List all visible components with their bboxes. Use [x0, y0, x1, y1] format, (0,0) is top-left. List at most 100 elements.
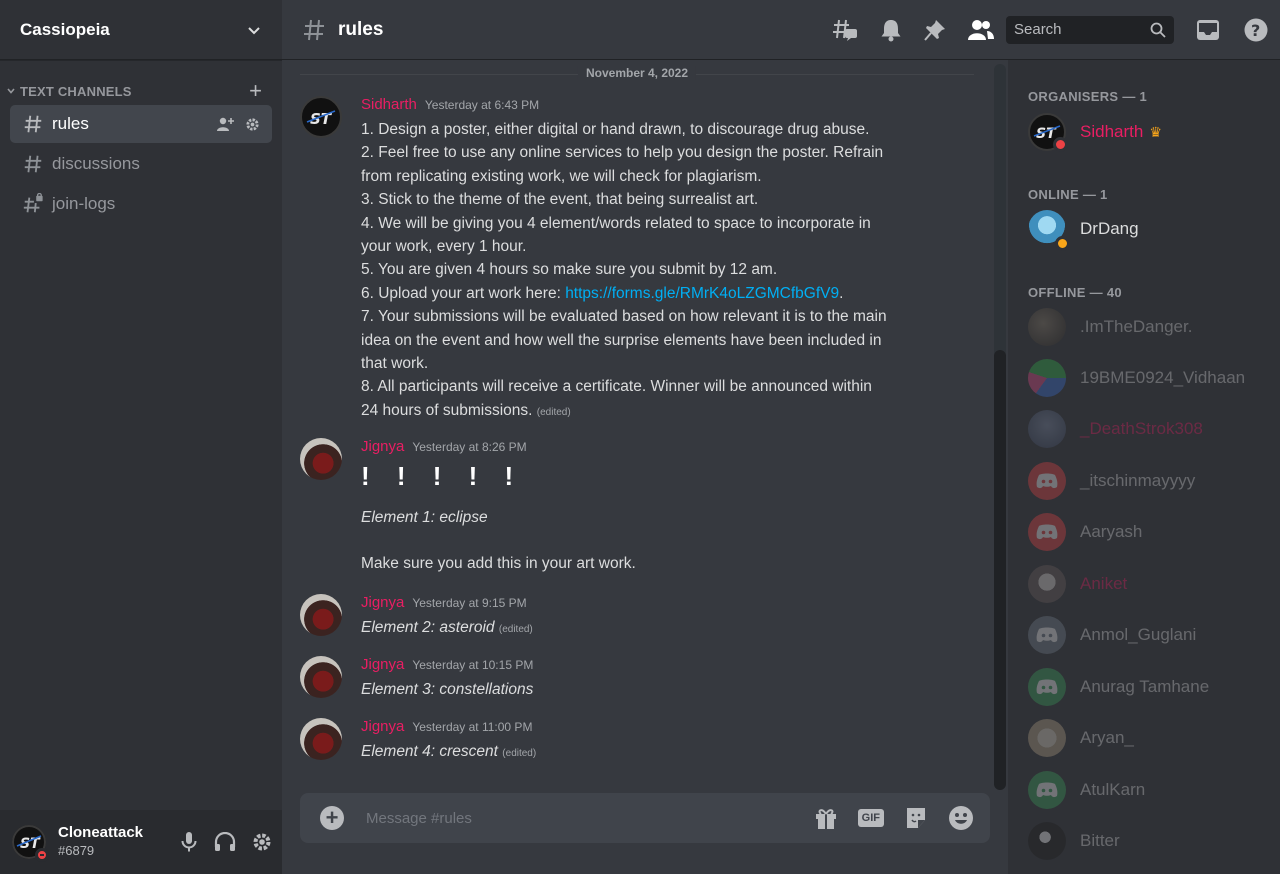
message-line: that work. — [361, 355, 429, 373]
message-line: 7. Your submissions will be evaluated ba… — [361, 308, 887, 326]
member-item[interactable]: Anmol_Guglani — [1028, 613, 1268, 657]
gear-icon[interactable] — [252, 832, 272, 852]
message[interactable]: ST Sidharth Yesterday at 6:43 PM 1. Desi… — [300, 96, 940, 424]
discord-logo-icon — [1028, 668, 1066, 706]
channel-sidebar: Cassiopeia TEXT CHANNELS + rules discuss… — [0, 0, 282, 874]
message-text: 24 hours of submissions. — [361, 401, 533, 419]
member-name: 19BME0924_Vidhaan — [1080, 368, 1246, 387]
member-name: DrDang — [1080, 219, 1139, 238]
member-name: Aaryash — [1080, 522, 1143, 541]
message-line: 2. Feel free to use any online services … — [361, 144, 884, 162]
pin-icon[interactable] — [924, 19, 946, 41]
member-item[interactable]: _itschinmayyyy — [1028, 459, 1268, 503]
category-text-channels[interactable]: TEXT CHANNELS + — [0, 80, 282, 102]
message-composer[interactable]: + Message #rules GIF — [300, 793, 990, 843]
gift-icon[interactable] — [814, 806, 838, 830]
search-placeholder: Search — [1014, 21, 1062, 38]
member-item[interactable]: 19BME0924_Vidhaan — [1028, 356, 1268, 400]
channel-join-logs[interactable]: join-logs — [10, 185, 272, 223]
message-author[interactable]: Sidharth — [361, 96, 417, 113]
sticker-icon[interactable] — [904, 806, 928, 830]
emoji-icon[interactable] — [948, 805, 974, 831]
message-author[interactable]: Jignya — [361, 594, 404, 611]
gif-button[interactable]: GIF — [857, 809, 884, 827]
member-name: Aniket — [1080, 574, 1128, 593]
member-item[interactable]: _DeathStrok308 — [1028, 407, 1268, 451]
message-timestamp: Yesterday at 8:26 PM — [412, 440, 527, 454]
member-item[interactable]: Bitter — [1028, 819, 1268, 863]
upload-plus-icon[interactable]: + — [320, 806, 344, 830]
st-logo-icon: ST — [306, 110, 336, 128]
member-item[interactable]: Aniket — [1028, 562, 1268, 606]
member-name: _DeathStrok308 — [1080, 419, 1203, 438]
message-author[interactable]: Jignya — [361, 656, 404, 673]
member-list-icon[interactable] — [968, 19, 994, 41]
headphones-icon[interactable] — [214, 832, 236, 852]
user-panel: ST Cloneattack #6879 — [0, 810, 282, 874]
member-item[interactable]: Aryan_ — [1028, 716, 1268, 760]
svg-text:?: ? — [1251, 21, 1260, 40]
avatar[interactable] — [300, 656, 342, 698]
member-item[interactable]: ST Sidharth ♛ — [1028, 110, 1268, 154]
message-text: Element 2: asteroid — [361, 619, 495, 636]
message-text: Element 4: crescent — [361, 743, 498, 760]
member-item[interactable]: AtulKarn — [1028, 768, 1268, 812]
edited-label: (edited) — [536, 406, 571, 418]
avatar: ST — [1028, 113, 1068, 152]
avatar[interactable]: ST — [300, 96, 342, 138]
message[interactable]: Jignya Yesterday at 10:15 PM Element 3: … — [300, 656, 940, 701]
hash-icon — [304, 19, 324, 40]
avatar[interactable] — [300, 438, 342, 480]
message-input[interactable]: Message #rules — [366, 810, 814, 827]
crown-icon: ♛ — [1149, 123, 1162, 140]
member-list: ORGANISERS — 1 ST Sidharth ♛ ONLINE — 1 … — [1008, 60, 1280, 874]
avatar[interactable]: ST — [12, 825, 49, 862]
server-name: Cassiopeia — [20, 19, 110, 39]
user-tag: #6879 — [58, 843, 95, 858]
locked-hash-icon — [23, 193, 43, 213]
channel-discussions[interactable]: discussions — [10, 145, 272, 183]
channel-rules[interactable]: rules — [10, 105, 272, 143]
chevron-down-icon — [248, 26, 260, 34]
hash-icon — [24, 115, 42, 133]
message-author[interactable]: Jignya — [361, 718, 404, 735]
bell-icon[interactable] — [880, 18, 902, 42]
member-item[interactable]: .ImTheDanger. — [1028, 305, 1268, 349]
help-icon[interactable]: ? — [1244, 18, 1268, 42]
channel-label: discussions — [52, 154, 140, 173]
inbox-icon[interactable] — [1196, 19, 1220, 41]
gear-icon[interactable] — [245, 117, 260, 132]
avatar[interactable] — [300, 718, 342, 760]
member-item[interactable]: DrDang — [1028, 207, 1268, 251]
message[interactable]: Jignya Yesterday at 9:15 PM Element 2: a… — [300, 594, 940, 641]
invite-user-icon[interactable] — [217, 116, 235, 132]
channel-label: rules — [52, 114, 89, 133]
threads-icon[interactable] — [832, 18, 858, 42]
scrollbar-thumb[interactable] — [994, 350, 1006, 790]
member-item[interactable]: Anurag Tamhane — [1028, 665, 1268, 709]
idle-status-icon — [1055, 236, 1070, 251]
message-text: 6. Upload your art work here: — [361, 284, 566, 302]
form-link[interactable]: https://forms.gle/RMrK4oLZGMCfbGfV9 — [565, 285, 839, 302]
message-line: Element 1: eclipse — [361, 509, 488, 526]
message-line: Element 4: crescent (edited) — [361, 740, 940, 765]
server-header[interactable]: Cassiopeia — [0, 0, 282, 60]
message-line: your work, every 1 hour. — [361, 238, 527, 256]
discord-logo-icon — [1028, 616, 1066, 654]
avatar[interactable] — [300, 594, 342, 636]
search-input[interactable]: Search — [1006, 15, 1174, 44]
search-icon — [1150, 22, 1166, 38]
add-channel-icon[interactable]: + — [249, 80, 262, 102]
message-line: Make sure you add this in your art work. — [361, 555, 636, 573]
message-line: from replicating existing work, we will … — [361, 167, 762, 185]
avatar — [1028, 308, 1066, 346]
member-item[interactable]: Aaryash — [1028, 510, 1268, 554]
message[interactable]: Jignya Yesterday at 8:26 PM ! ! ! ! ! El… — [300, 438, 940, 576]
microphone-icon[interactable] — [180, 831, 198, 853]
message-author[interactable]: Jignya — [361, 438, 404, 455]
message-line: 24 hours of submissions. (edited) — [361, 399, 940, 424]
member-name: .ImTheDanger. — [1080, 317, 1193, 336]
edited-label: (edited) — [502, 748, 537, 759]
message-line-with-link: 6. Upload your art work here: https://fo… — [361, 282, 940, 305]
message[interactable]: Jignya Yesterday at 11:00 PM Element 4: … — [300, 718, 940, 765]
